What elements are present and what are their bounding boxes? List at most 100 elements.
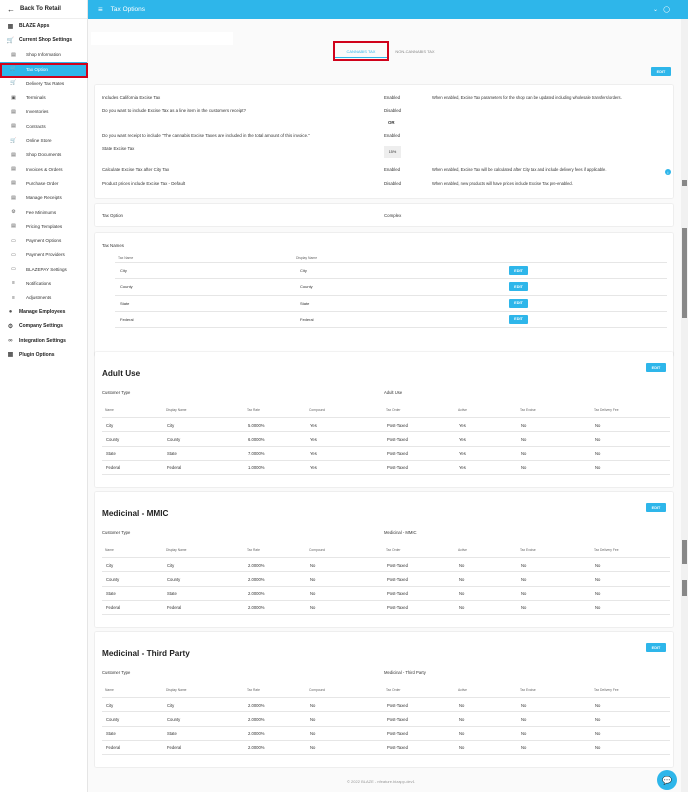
edit-tax-name-button[interactable]: EDIT bbox=[509, 282, 528, 292]
table-cell: Yes bbox=[310, 465, 317, 471]
sidebar-item-integration-settings[interactable]: ∞ Integration Settings bbox=[0, 334, 87, 348]
sidebar-item-current-shop-settings[interactable]: 🛒 Current Shop Settings bbox=[0, 33, 87, 47]
sidebar-item-notifications[interactable]: ≡ Notifications bbox=[0, 276, 87, 290]
table-cell: No bbox=[521, 731, 527, 737]
sidebar-item-invoices-orders[interactable]: ▤ Invoices & Orders bbox=[0, 162, 87, 176]
sidebar-item-label: Inventories bbox=[26, 109, 49, 115]
sidebar-item-plugin-options[interactable]: ▦ Plugin Options bbox=[0, 348, 87, 362]
sidebar-item-adjustments[interactable]: ≡ Adjustments bbox=[0, 291, 87, 305]
tax-table-card: Medicinal - MMIC EDIT Customer Type Medicin… bbox=[95, 492, 673, 627]
table-cell: City bbox=[167, 422, 175, 428]
sidebar-item-pricing-templates[interactable]: ▤ Pricing Templates bbox=[0, 219, 87, 233]
page-title: Tax Options bbox=[110, 6, 145, 13]
table-cell: No bbox=[595, 605, 601, 611]
table-cell: Post-Taxed bbox=[387, 745, 408, 751]
table-cell: 6.0000% bbox=[248, 436, 265, 442]
sidebar-item-shop-information[interactable]: ▤ Shop Information bbox=[0, 48, 87, 62]
grid-icon: ▦ bbox=[7, 352, 14, 359]
sidebar-item-label: BLAZEPAY Settings bbox=[26, 266, 67, 272]
back-to-retail-link[interactable]: ← Back To Retail bbox=[0, 0, 87, 19]
table-cell: No bbox=[459, 731, 465, 737]
customer-type-value: Adult Use bbox=[384, 390, 403, 395]
card-icon: ▭ bbox=[11, 251, 16, 258]
column-header: Tax Order bbox=[386, 408, 401, 412]
info-icon[interactable]: i bbox=[665, 169, 671, 175]
table-cell: No bbox=[595, 731, 601, 737]
table-cell: Post-Taxed bbox=[387, 451, 408, 457]
sidebar-item-purchase-order[interactable]: ▤ Purchase Order bbox=[0, 176, 87, 190]
tab-non-cannabis-tax[interactable]: NON-CANNABIS TAX bbox=[388, 42, 442, 60]
setting-label: Do you want to include Excise Tax as a l… bbox=[102, 108, 246, 113]
menu-icon[interactable]: ≡ bbox=[98, 5, 103, 14]
sidebar-item-label: Terminals bbox=[26, 95, 46, 101]
sidebar-item-payment-options[interactable]: ▭ Payment Options bbox=[0, 233, 87, 247]
edit-tax-table-button[interactable]: EDIT bbox=[646, 643, 666, 652]
table-cell: Federal bbox=[106, 745, 121, 751]
search-input[interactable] bbox=[91, 32, 233, 45]
setting-label: Do you want receipt to include "The cann… bbox=[102, 133, 310, 138]
tax-name-cell: City bbox=[120, 268, 127, 273]
edit-tax-name-button[interactable]: EDIT bbox=[509, 266, 528, 275]
sidebar-item-label: Delivery Tax Rates bbox=[26, 80, 65, 86]
excise-rate-field[interactable]: 15% bbox=[384, 146, 401, 158]
sidebar-item-delivery-tax-rates[interactable]: 🛒 Delivery Tax Rates bbox=[0, 76, 87, 90]
sidebar-item-online-store[interactable]: 🛒 Online Store bbox=[0, 133, 87, 147]
table-cell: State bbox=[106, 731, 116, 737]
column-header: Tax Delivery Fee bbox=[594, 408, 619, 412]
column-header: Tax Rate bbox=[247, 688, 261, 692]
table-cell: Yes bbox=[459, 451, 466, 457]
tax-names-card: Tax Names Tax Name Display Name City City… bbox=[95, 233, 673, 356]
table-row: County County 2.0000% No Post-Taxed No No No bbox=[102, 572, 670, 587]
table-cell: Yes bbox=[459, 422, 466, 428]
chevron-down-icon[interactable]: ⌄ bbox=[653, 6, 658, 13]
briefcase-icon: ▣ bbox=[11, 94, 16, 101]
document-icon: ▤ bbox=[11, 180, 16, 187]
sidebar-item-fee-minimums[interactable]: ⚙ Fee Minimums bbox=[0, 205, 87, 219]
table-cell: 1.0000% bbox=[248, 465, 265, 471]
table-cell: No bbox=[595, 465, 601, 471]
table-row: County County EDIT bbox=[115, 279, 667, 296]
column-header: Tax Rate bbox=[247, 408, 261, 412]
table-cell: No bbox=[521, 576, 527, 582]
table-cell: State bbox=[106, 451, 116, 457]
sidebar-item-payment-providers[interactable]: ▭ Payment Providers bbox=[0, 248, 87, 262]
table-cell: Yes bbox=[310, 422, 317, 428]
table-cell: State bbox=[167, 731, 177, 737]
table-cell: No bbox=[521, 702, 527, 708]
table-cell: City bbox=[106, 562, 114, 568]
table-cell: No bbox=[595, 422, 601, 428]
document-icon: ▤ bbox=[11, 123, 16, 130]
highlight-box-tab bbox=[333, 41, 389, 61]
table-cell: County bbox=[167, 436, 181, 442]
edit-tax-name-button[interactable]: EDIT bbox=[509, 314, 528, 324]
sidebar: ← Back To Retail ▦ BLAZE Apps 🛒 Current Sho… bbox=[0, 0, 88, 792]
sidebar-item-inventories[interactable]: ▤ Inventories bbox=[0, 105, 87, 119]
person-icon: ● bbox=[8, 309, 13, 316]
scrollbar[interactable] bbox=[681, 19, 688, 792]
column-header: Compound bbox=[309, 408, 326, 412]
scrollbar-thumb[interactable] bbox=[682, 228, 687, 318]
sidebar-item-blaze-apps[interactable]: ▦ BLAZE Apps bbox=[0, 19, 87, 33]
table-cell: No bbox=[595, 591, 601, 597]
sidebar-item-label: Shop Documents bbox=[26, 152, 62, 158]
sidebar-item-shop-documents[interactable]: ▤ Shop Documents bbox=[0, 148, 87, 162]
sidebar-item-blazepay-settings[interactable]: ▭ BLAZEPAY Settings bbox=[0, 262, 87, 276]
sidebar-item-label: Pricing Templates bbox=[26, 223, 63, 229]
edit-tax-table-button[interactable]: EDIT bbox=[646, 503, 666, 512]
sidebar-item-company-settings[interactable]: ⚙ Company Settings bbox=[0, 319, 87, 333]
sidebar-item-contracts[interactable]: ▤ Contracts bbox=[0, 119, 87, 133]
edit-tax-table-button[interactable]: EDIT bbox=[646, 363, 666, 372]
customer-type-value: Medicinal - MMIC bbox=[384, 530, 417, 535]
sidebar-item-terminals[interactable]: ▣ Terminals bbox=[0, 90, 87, 104]
sidebar-item-manage-receipts[interactable]: ▤ Manage Receipts bbox=[0, 191, 87, 205]
table-cell: Federal bbox=[106, 605, 121, 611]
edit-tax-name-button[interactable]: EDIT bbox=[509, 298, 528, 308]
sidebar-item-manage-employees[interactable]: ● Manage Employees bbox=[0, 305, 87, 319]
chat-icon[interactable]: 💬 bbox=[657, 770, 677, 790]
table-cell: City bbox=[106, 702, 114, 708]
edit-settings-button[interactable]: EDIT bbox=[651, 67, 671, 76]
table-cell: No bbox=[595, 716, 601, 722]
table-cell: Yes bbox=[310, 436, 317, 442]
highlight-box-sidebar bbox=[0, 63, 88, 78]
user-icon[interactable]: ◯ bbox=[663, 6, 670, 13]
